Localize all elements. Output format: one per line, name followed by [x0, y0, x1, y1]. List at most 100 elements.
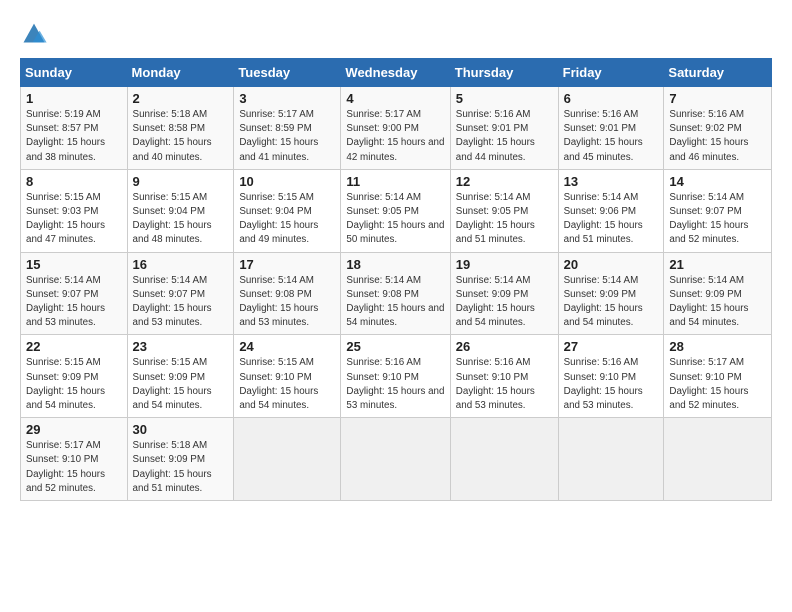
- day-number: 12: [456, 174, 553, 189]
- day-number: 17: [239, 257, 335, 272]
- day-detail: Sunrise: 5:15 AMSunset: 9:03 PMDaylight:…: [26, 192, 105, 246]
- day-number: 26: [456, 339, 553, 354]
- weekday-header: Wednesday: [341, 59, 450, 87]
- calendar-cell: 28 Sunrise: 5:17 AMSunset: 9:10 PMDaylig…: [664, 335, 772, 418]
- weekday-header: Saturday: [664, 59, 772, 87]
- day-detail: Sunrise: 5:17 AMSunset: 9:10 PMDaylight:…: [669, 357, 748, 411]
- calendar-cell: 16 Sunrise: 5:14 AMSunset: 9:07 PMDaylig…: [127, 252, 234, 335]
- day-number: 14: [669, 174, 766, 189]
- day-detail: Sunrise: 5:14 AMSunset: 9:09 PMDaylight:…: [564, 275, 643, 329]
- day-detail: Sunrise: 5:18 AMSunset: 9:09 PMDaylight:…: [133, 440, 212, 494]
- calendar-table: SundayMondayTuesdayWednesdayThursdayFrid…: [20, 58, 772, 501]
- calendar-week-row: 15 Sunrise: 5:14 AMSunset: 9:07 PMDaylig…: [21, 252, 772, 335]
- day-detail: Sunrise: 5:16 AMSunset: 9:10 PMDaylight:…: [346, 357, 444, 411]
- calendar-cell: 12 Sunrise: 5:14 AMSunset: 9:05 PMDaylig…: [450, 169, 558, 252]
- calendar-cell: [664, 418, 772, 501]
- day-number: 2: [133, 91, 229, 106]
- day-number: 6: [564, 91, 659, 106]
- day-detail: Sunrise: 5:14 AMSunset: 9:07 PMDaylight:…: [26, 275, 105, 329]
- calendar-cell: 3 Sunrise: 5:17 AMSunset: 8:59 PMDayligh…: [234, 87, 341, 170]
- day-detail: Sunrise: 5:14 AMSunset: 9:05 PMDaylight:…: [346, 192, 444, 246]
- day-number: 23: [133, 339, 229, 354]
- day-detail: Sunrise: 5:14 AMSunset: 9:07 PMDaylight:…: [669, 192, 748, 246]
- day-number: 9: [133, 174, 229, 189]
- day-number: 19: [456, 257, 553, 272]
- calendar-week-row: 29 Sunrise: 5:17 AMSunset: 9:10 PMDaylig…: [21, 418, 772, 501]
- calendar-cell: 10 Sunrise: 5:15 AMSunset: 9:04 PMDaylig…: [234, 169, 341, 252]
- day-number: 7: [669, 91, 766, 106]
- day-number: 15: [26, 257, 122, 272]
- day-number: 24: [239, 339, 335, 354]
- calendar-cell: 24 Sunrise: 5:15 AMSunset: 9:10 PMDaylig…: [234, 335, 341, 418]
- day-number: 13: [564, 174, 659, 189]
- logo-icon: [20, 18, 48, 46]
- day-number: 18: [346, 257, 444, 272]
- calendar-cell: 2 Sunrise: 5:18 AMSunset: 8:58 PMDayligh…: [127, 87, 234, 170]
- calendar-cell: 30 Sunrise: 5:18 AMSunset: 9:09 PMDaylig…: [127, 418, 234, 501]
- calendar-cell: 14 Sunrise: 5:14 AMSunset: 9:07 PMDaylig…: [664, 169, 772, 252]
- day-number: 11: [346, 174, 444, 189]
- calendar-cell: 15 Sunrise: 5:14 AMSunset: 9:07 PMDaylig…: [21, 252, 128, 335]
- day-number: 5: [456, 91, 553, 106]
- day-number: 1: [26, 91, 122, 106]
- calendar-cell: 11 Sunrise: 5:14 AMSunset: 9:05 PMDaylig…: [341, 169, 450, 252]
- calendar-cell: 21 Sunrise: 5:14 AMSunset: 9:09 PMDaylig…: [664, 252, 772, 335]
- calendar-cell: 13 Sunrise: 5:14 AMSunset: 9:06 PMDaylig…: [558, 169, 664, 252]
- day-number: 27: [564, 339, 659, 354]
- day-detail: Sunrise: 5:15 AMSunset: 9:04 PMDaylight:…: [239, 192, 318, 246]
- calendar-cell: 27 Sunrise: 5:16 AMSunset: 9:10 PMDaylig…: [558, 335, 664, 418]
- day-number: 29: [26, 422, 122, 437]
- calendar-cell: [234, 418, 341, 501]
- day-detail: Sunrise: 5:15 AMSunset: 9:10 PMDaylight:…: [239, 357, 318, 411]
- calendar-cell: 1 Sunrise: 5:19 AMSunset: 8:57 PMDayligh…: [21, 87, 128, 170]
- day-number: 8: [26, 174, 122, 189]
- main-container: SundayMondayTuesdayWednesdayThursdayFrid…: [0, 0, 792, 511]
- calendar-cell: 25 Sunrise: 5:16 AMSunset: 9:10 PMDaylig…: [341, 335, 450, 418]
- weekday-header: Friday: [558, 59, 664, 87]
- calendar-cell: 9 Sunrise: 5:15 AMSunset: 9:04 PMDayligh…: [127, 169, 234, 252]
- day-number: 4: [346, 91, 444, 106]
- weekday-header: Thursday: [450, 59, 558, 87]
- day-detail: Sunrise: 5:19 AMSunset: 8:57 PMDaylight:…: [26, 109, 105, 163]
- day-detail: Sunrise: 5:17 AMSunset: 9:00 PMDaylight:…: [346, 109, 444, 163]
- calendar-cell: 8 Sunrise: 5:15 AMSunset: 9:03 PMDayligh…: [21, 169, 128, 252]
- day-detail: Sunrise: 5:14 AMSunset: 9:05 PMDaylight:…: [456, 192, 535, 246]
- day-detail: Sunrise: 5:14 AMSunset: 9:07 PMDaylight:…: [133, 275, 212, 329]
- weekday-header: Tuesday: [234, 59, 341, 87]
- day-detail: Sunrise: 5:14 AMSunset: 9:06 PMDaylight:…: [564, 192, 643, 246]
- day-number: 25: [346, 339, 444, 354]
- day-detail: Sunrise: 5:16 AMSunset: 9:01 PMDaylight:…: [564, 109, 643, 163]
- day-number: 16: [133, 257, 229, 272]
- calendar-week-row: 22 Sunrise: 5:15 AMSunset: 9:09 PMDaylig…: [21, 335, 772, 418]
- weekday-header: Monday: [127, 59, 234, 87]
- day-detail: Sunrise: 5:16 AMSunset: 9:10 PMDaylight:…: [456, 357, 535, 411]
- weekday-header: Sunday: [21, 59, 128, 87]
- calendar-cell: 6 Sunrise: 5:16 AMSunset: 9:01 PMDayligh…: [558, 87, 664, 170]
- calendar-cell: [341, 418, 450, 501]
- day-detail: Sunrise: 5:15 AMSunset: 9:09 PMDaylight:…: [26, 357, 105, 411]
- day-number: 28: [669, 339, 766, 354]
- day-detail: Sunrise: 5:14 AMSunset: 9:08 PMDaylight:…: [239, 275, 318, 329]
- day-detail: Sunrise: 5:14 AMSunset: 9:08 PMDaylight:…: [346, 275, 444, 329]
- calendar-cell: 26 Sunrise: 5:16 AMSunset: 9:10 PMDaylig…: [450, 335, 558, 418]
- day-detail: Sunrise: 5:16 AMSunset: 9:01 PMDaylight:…: [456, 109, 535, 163]
- calendar-cell: 19 Sunrise: 5:14 AMSunset: 9:09 PMDaylig…: [450, 252, 558, 335]
- day-number: 20: [564, 257, 659, 272]
- calendar-cell: 7 Sunrise: 5:16 AMSunset: 9:02 PMDayligh…: [664, 87, 772, 170]
- day-number: 3: [239, 91, 335, 106]
- day-detail: Sunrise: 5:17 AMSunset: 8:59 PMDaylight:…: [239, 109, 318, 163]
- day-detail: Sunrise: 5:14 AMSunset: 9:09 PMDaylight:…: [456, 275, 535, 329]
- calendar-cell: 17 Sunrise: 5:14 AMSunset: 9:08 PMDaylig…: [234, 252, 341, 335]
- day-detail: Sunrise: 5:16 AMSunset: 9:02 PMDaylight:…: [669, 109, 748, 163]
- day-detail: Sunrise: 5:17 AMSunset: 9:10 PMDaylight:…: [26, 440, 105, 494]
- day-detail: Sunrise: 5:15 AMSunset: 9:09 PMDaylight:…: [133, 357, 212, 411]
- calendar-cell: 20 Sunrise: 5:14 AMSunset: 9:09 PMDaylig…: [558, 252, 664, 335]
- day-number: 21: [669, 257, 766, 272]
- calendar-cell: 5 Sunrise: 5:16 AMSunset: 9:01 PMDayligh…: [450, 87, 558, 170]
- calendar-cell: 29 Sunrise: 5:17 AMSunset: 9:10 PMDaylig…: [21, 418, 128, 501]
- calendar-cell: 4 Sunrise: 5:17 AMSunset: 9:00 PMDayligh…: [341, 87, 450, 170]
- day-detail: Sunrise: 5:18 AMSunset: 8:58 PMDaylight:…: [133, 109, 212, 163]
- calendar-cell: 23 Sunrise: 5:15 AMSunset: 9:09 PMDaylig…: [127, 335, 234, 418]
- logo: [20, 18, 52, 46]
- calendar-week-row: 8 Sunrise: 5:15 AMSunset: 9:03 PMDayligh…: [21, 169, 772, 252]
